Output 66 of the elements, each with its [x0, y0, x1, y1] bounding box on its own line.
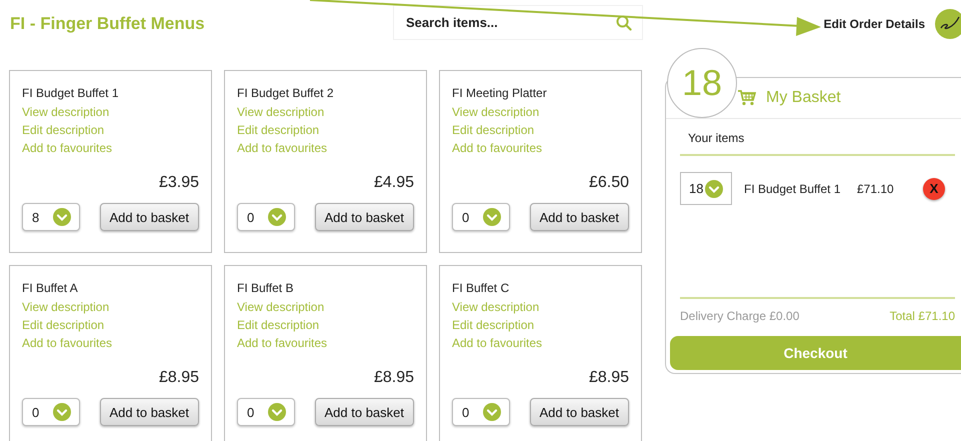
- chevron-down-icon: [705, 180, 723, 198]
- item-price: £71.10: [857, 182, 895, 196]
- add-to-basket-button[interactable]: Add to basket: [100, 203, 199, 231]
- quantity-dropdown[interactable]: 18: [680, 172, 732, 205]
- text-link[interactable]: Edit description: [452, 121, 534, 139]
- quantity-dropdown[interactable]: 0: [452, 203, 510, 231]
- text-link[interactable]: Add to favourites: [452, 139, 542, 157]
- text-link[interactable]: Edit description: [237, 316, 320, 334]
- quantity-dropdown[interactable]: 0: [237, 398, 295, 426]
- edit-order-link[interactable]: Edit Order Details: [824, 17, 925, 31]
- text-link[interactable]: Edit description: [22, 316, 104, 334]
- text-link[interactable]: View description: [452, 103, 540, 121]
- text-link[interactable]: Add to favourites: [237, 334, 328, 352]
- quantity-dropdown[interactable]: 0: [237, 203, 295, 231]
- text-link[interactable]: View description: [237, 298, 324, 316]
- add-to-basket-button[interactable]: Add to basket: [100, 398, 199, 426]
- product-name: FI Budget Buffet 1: [22, 85, 120, 101]
- search-icon: [616, 14, 632, 30]
- add-to-basket-button[interactable]: Add to basket: [314, 398, 414, 426]
- product-name: FI Buffet C: [452, 280, 510, 296]
- text-link[interactable]: View description: [452, 298, 540, 316]
- quantity-dropdown[interactable]: 0: [22, 398, 80, 426]
- product-price: £3.95: [158, 173, 199, 193]
- product-name: FI Buffet B: [237, 280, 294, 296]
- basket-total: Total £71.10: [890, 309, 955, 325]
- search-input[interactable]: Search items...: [404, 14, 610, 31]
- chevron-down-icon: [53, 403, 71, 421]
- text-link[interactable]: View description: [22, 298, 110, 316]
- delivery-charge: Delivery Charge £0.00: [680, 309, 800, 325]
- text-link[interactable]: Add to favourites: [22, 139, 112, 157]
- section-heading: Your items: [680, 119, 955, 156]
- product-price: £8.95: [374, 368, 414, 388]
- product-price: £8.95: [588, 368, 629, 388]
- chevron-down-icon: [268, 208, 286, 226]
- product-price: £6.50: [588, 173, 629, 193]
- add-to-basket-button[interactable]: Add to basket: [314, 203, 414, 231]
- text-link[interactable]: Edit description: [237, 121, 320, 139]
- product-name: FI Buffet A: [22, 280, 79, 296]
- item-count-badge: 18: [667, 48, 737, 118]
- cart-icon: [738, 90, 756, 106]
- text-link[interactable]: Add to favourites: [22, 334, 112, 352]
- search-field[interactable]: Search items...: [393, 5, 643, 40]
- add-to-basket-button[interactable]: Add to basket: [530, 203, 629, 231]
- chevron-down-icon: [268, 403, 286, 421]
- quantity-dropdown[interactable]: 8: [22, 203, 80, 231]
- item-name: FI Budget Buffet 1: [744, 182, 842, 196]
- page-title: FI - Finger Buffet Menus: [10, 14, 205, 34]
- chevron-down-icon: [483, 208, 501, 226]
- chevron-down-icon: [483, 403, 501, 421]
- product-name: FI Budget Buffet 2: [237, 85, 335, 101]
- text-link[interactable]: Edit description: [22, 121, 104, 139]
- basket-title: My Basket: [766, 89, 841, 107]
- text-link[interactable]: Add to favourites: [237, 139, 328, 157]
- chevron-down-icon: [53, 208, 71, 226]
- text-link[interactable]: View description: [22, 103, 110, 121]
- product-price: £8.95: [158, 368, 199, 388]
- text-link[interactable]: Add to favourites: [452, 334, 542, 352]
- text-link[interactable]: Edit description: [452, 316, 534, 334]
- remove-button[interactable]: X: [923, 178, 945, 200]
- add-to-basket-button[interactable]: Add to basket: [530, 398, 629, 426]
- product-name: FI Meeting Platter: [452, 85, 548, 101]
- quantity-dropdown[interactable]: 0: [452, 398, 510, 426]
- product-price: £4.95: [374, 173, 414, 193]
- checkout-button[interactable]: Checkout: [670, 336, 961, 370]
- pen-icon[interactable]: [935, 9, 961, 39]
- text-link[interactable]: View description: [237, 103, 324, 121]
